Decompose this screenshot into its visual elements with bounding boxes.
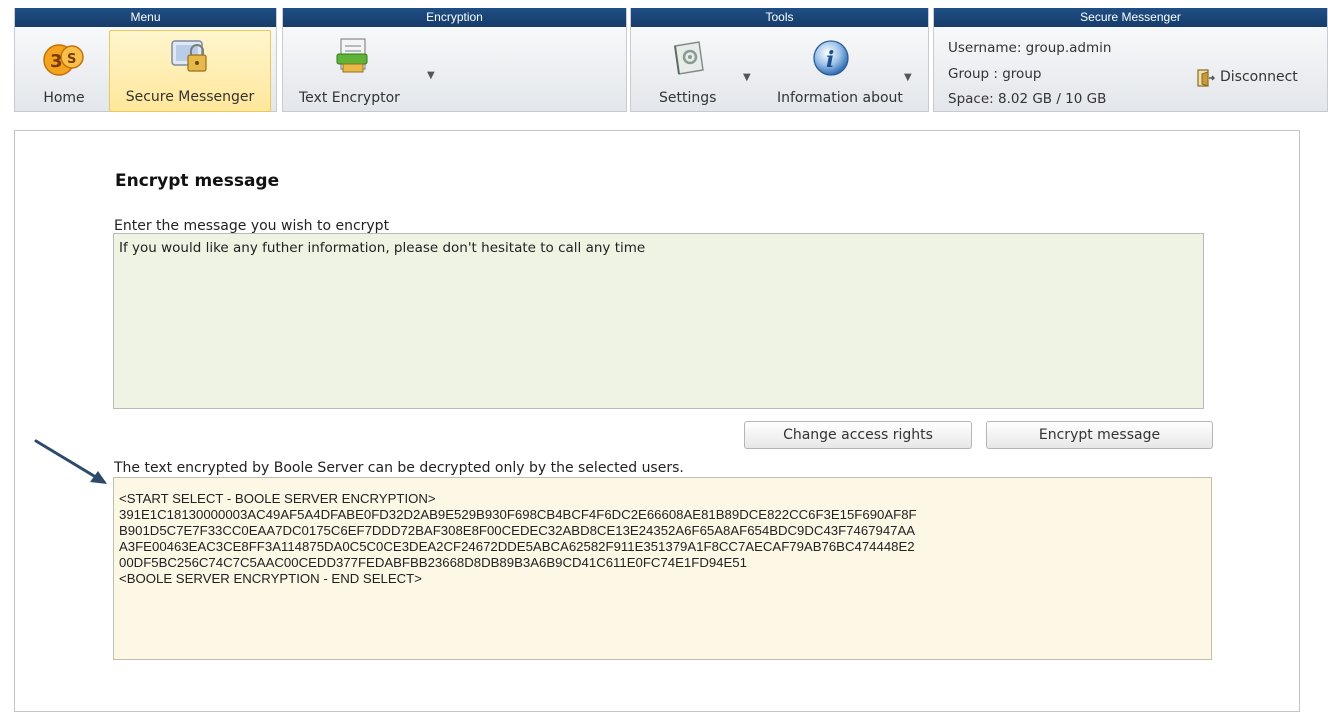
username-text: Username: group.admin [948, 40, 1112, 56]
encryption-note: The text encrypted by Boole Server can b… [114, 460, 684, 476]
home-label: Home [43, 90, 85, 106]
encrypt-message-button[interactable]: Encrypt message [986, 421, 1213, 449]
encrypted-line: 00DF5BC256C74C7C5AAC00CEDD377FEDABFBB236… [119, 555, 747, 570]
ribbon-group-header: Tools [631, 8, 928, 27]
message-input-text: If you would like any futher information… [119, 240, 646, 256]
message-prompt-label: Enter the message you wish to encrypt [114, 218, 390, 234]
change-access-rights-button[interactable]: Change access rights [744, 421, 972, 449]
home-button[interactable]: 3 S Home [21, 30, 107, 112]
settings-button[interactable]: ▼ Settings [647, 30, 763, 112]
settings-label: Settings [659, 90, 717, 106]
secure-messenger-label: Secure Messenger [125, 89, 255, 105]
info-icon: i [813, 40, 849, 76]
ribbon-group-secure-messenger: Secure Messenger Username: group.admin G… [933, 8, 1328, 112]
disconnect-label: Disconnect [1220, 69, 1298, 85]
encrypted-line: A3FE00463EAC3CE8FF3A114875DA0C5C0CE3DEA2… [119, 539, 915, 554]
text-encryptor-icon [336, 38, 368, 73]
svg-text:i: i [826, 47, 834, 73]
svg-text:3: 3 [50, 51, 63, 72]
encrypted-line: 391E1C18130000003AC49AF5A4DFABE0FD32D2AB… [119, 507, 917, 522]
encrypted-output-box[interactable]: <START SELECT - BOOLE SERVER ENCRYPTION>… [113, 477, 1212, 660]
ribbon-group-menu: Menu 3 S Home Secure Messenger [14, 8, 277, 112]
chevron-down-icon[interactable]: ▼ [427, 70, 435, 81]
ribbon-group-header: Menu [15, 8, 276, 27]
message-input[interactable]: If you would like any futher information… [113, 233, 1204, 409]
information-label: Information about [777, 90, 903, 106]
ribbon-group-header: Secure Messenger [934, 8, 1327, 27]
ribbon-group-tools: Tools ▼ Settings i ▼ Information about [630, 8, 929, 112]
ribbon-group-header: Encryption [283, 8, 626, 27]
storage-space-text: Space: 8.02 GB / 10 GB [948, 91, 1107, 107]
text-encryptor-button[interactable]: ▼ Text Encryptor [289, 30, 449, 112]
annotation-arrow-icon [34, 439, 107, 484]
page-title: Encrypt message [115, 171, 280, 191]
information-button[interactable]: i ▼ Information about [771, 30, 927, 112]
secure-messenger-button[interactable]: Secure Messenger [109, 30, 271, 112]
ribbon-toolbar: Menu 3 S Home Secure Messenger Encryptio… [0, 0, 1328, 116]
settings-icon [674, 41, 704, 75]
disconnect-icon [1197, 69, 1215, 87]
chevron-down-icon[interactable]: ▼ [743, 72, 751, 83]
secure-messenger-icon [171, 40, 207, 72]
encrypted-line: <START SELECT - BOOLE SERVER ENCRYPTION> [119, 491, 436, 506]
encrypted-line: <BOOLE SERVER ENCRYPTION - END SELECT> [119, 571, 422, 586]
chevron-down-icon[interactable]: ▼ [904, 72, 912, 83]
group-text: Group : group [948, 66, 1042, 82]
encrypted-line: B901D5C7E7F33CC0EAA7DC0175C6EF7DDD72BAF3… [119, 523, 916, 538]
text-encryptor-label: Text Encryptor [299, 90, 400, 106]
boole-logo-icon: 3 S [43, 44, 84, 76]
svg-text:S: S [67, 52, 76, 67]
ribbon-group-encryption: Encryption ▼ Text Encryptor [282, 8, 627, 112]
